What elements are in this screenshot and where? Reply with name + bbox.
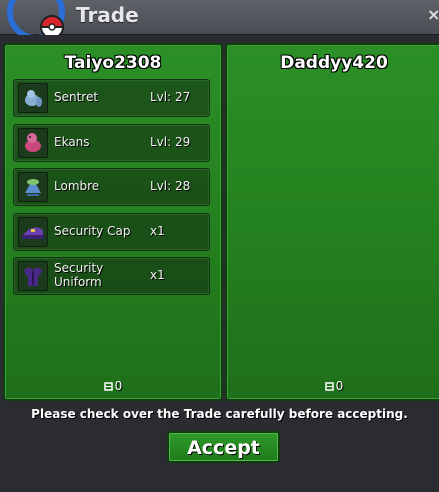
item-name-line-2: Uniform [54,275,102,289]
item-name: Ekans [54,134,90,149]
offer-item-lombre[interactable]: Lombre Lvl: 28 [13,168,210,206]
accept-button[interactable]: Accept [167,431,280,463]
item-name: Lombre [54,179,100,193]
security-cap-icon [18,216,48,247]
right-trade-panel: Daddyy420 0 [225,43,439,401]
left-offer-list: Sentret Lvl: 27 Ekans Lvl: 29 Lombre Lvl… [13,79,210,302]
right-money: 0 [227,379,439,393]
item-name: Sentret [54,90,99,104]
item-level: Lvl: 29 [150,134,191,149]
item-name: Security Uniform [54,261,103,289]
ekans-sprite-icon [18,127,48,158]
trade-window-body: Taiyo2308 Sentret Lvl: 27 Ekans Lvl: 29 [0,35,439,492]
left-money-amount: 0 [114,379,123,393]
trade-notice: Please check over the Trade carefully be… [31,407,408,421]
item-name: Security Cap [54,223,131,238]
right-money-amount: 0 [335,379,344,393]
close-icon[interactable]: × [427,5,439,25]
item-name-line-1: Security [54,261,104,275]
left-player-name: Taiyo2308 [64,53,162,73]
lombre-sprite-icon [18,172,48,202]
pokeball-logo-icon [0,0,70,40]
item-level: Lvl: 28 [150,179,191,193]
item-level: Lvl: 27 [150,90,191,104]
title-bar: Trade × [0,0,439,40]
left-trade-panel: Taiyo2308 Sentret Lvl: 27 Ekans Lvl: 29 [3,43,223,401]
pokedollar-icon [324,380,334,391]
security-uniform-icon [18,261,48,291]
offer-item-ekans[interactable]: Ekans Lvl: 29 [13,123,210,162]
item-quantity: x1 [150,223,165,238]
item-quantity: x1 [150,268,165,282]
right-player-name: Daddyy420 [280,53,388,73]
pokedollar-icon [103,380,113,391]
offer-item-security-uniform[interactable]: Security Uniform x1 [13,257,210,295]
left-money: 0 [5,379,221,393]
window-title: Trade [76,3,139,27]
sentret-sprite-icon [18,83,48,113]
offer-item-sentret[interactable]: Sentret Lvl: 27 [13,79,210,117]
offer-item-security-cap[interactable]: Security Cap x1 [13,212,210,251]
